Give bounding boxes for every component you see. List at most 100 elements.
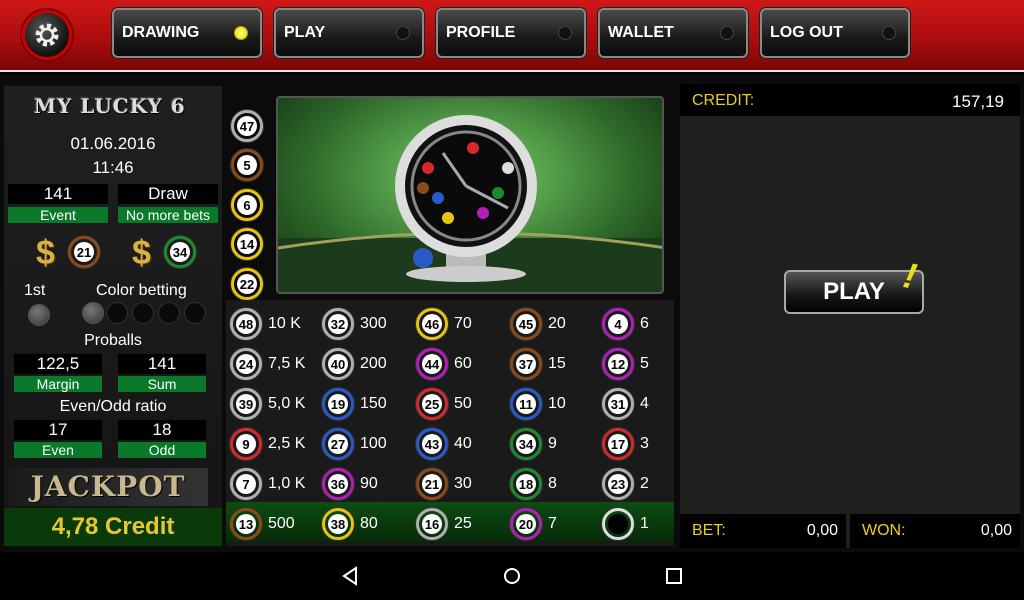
odds-multiplier: 50 — [454, 395, 472, 412]
sum-value: 141 — [118, 354, 206, 374]
odds-ball: 48 — [230, 308, 262, 340]
ball-number: 20 — [516, 514, 536, 534]
nav-play-label: PLAY — [284, 24, 326, 41]
odds-ball: 32 — [322, 308, 354, 340]
ball-number: 13 — [236, 514, 256, 534]
ball-number — [608, 514, 628, 534]
odds-multiplier: 3 — [640, 435, 649, 452]
bet-label: BET: — [692, 522, 726, 539]
ball-number: 27 — [328, 434, 348, 454]
ball-number: 5 — [237, 155, 257, 175]
color-betting-dot — [132, 302, 154, 324]
first-ball-indicator — [28, 304, 50, 326]
odds-multiplier: 15 — [548, 355, 566, 372]
odds-multiplier: 500 — [268, 515, 295, 532]
ball-number: 21 — [422, 474, 442, 494]
drawn-ball: 14 — [231, 228, 263, 260]
draw-status-label: No more bets — [118, 207, 218, 223]
odds-multiplier: 1 — [640, 515, 649, 532]
odds-multiplier: 7 — [548, 515, 557, 532]
ball-number: 37 — [516, 354, 536, 374]
next-ball-slot — [602, 508, 634, 540]
odds-table — [226, 300, 674, 546]
odds-ball: 34 — [510, 428, 542, 460]
drawn-ball: 5 — [231, 149, 263, 181]
odds-multiplier: 20 — [548, 315, 566, 332]
indicator-icon — [558, 26, 572, 40]
android-nav-bar — [0, 552, 1024, 600]
nav-logout-button[interactable]: LOG OUT — [760, 8, 910, 58]
ball-number: 45 — [516, 314, 536, 334]
won-value: 0,00 — [980, 522, 1012, 539]
odds-multiplier: 10 — [548, 395, 566, 412]
odds-multiplier: 2,5 K — [268, 435, 306, 452]
nav-drawing-button[interactable]: DRAWING — [112, 8, 262, 58]
color-betting-dot — [158, 302, 180, 324]
odds-ball: 17 — [602, 428, 634, 460]
drawn-ball: 47 — [231, 110, 263, 142]
odds-multiplier: 25 — [454, 515, 472, 532]
ball-number: 34 — [516, 434, 536, 454]
draw-status-value: Draw — [118, 184, 218, 204]
bonus-ball: 34 — [164, 236, 196, 268]
nav-wallet-button[interactable]: WALLET — [598, 8, 748, 58]
nav-play-button[interactable]: PLAY — [274, 8, 424, 58]
odds-multiplier: 5,0 K — [268, 395, 306, 412]
odds-ball: 37 — [510, 348, 542, 380]
nav-profile-button[interactable]: PROFILE — [436, 8, 586, 58]
ball-number: 47 — [237, 116, 257, 136]
credit-value: 157,19 — [952, 92, 1004, 111]
odds-multiplier: 80 — [360, 515, 378, 532]
indicator-icon — [396, 26, 410, 40]
odds-ball: 20 — [510, 508, 542, 540]
event-value: 141 — [8, 184, 108, 204]
ball-number: 44 — [422, 354, 442, 374]
odds-multiplier: 300 — [360, 315, 387, 332]
right-panel: CREDIT: 157,19 PLAY ! BET: 0,00 WON: 0,0… — [680, 84, 1020, 548]
odds-multiplier: 8 — [548, 475, 557, 492]
home-icon[interactable] — [502, 566, 522, 586]
exclamation-icon: ! — [899, 254, 921, 297]
ball-number: 46 — [422, 314, 442, 334]
draw-date: 01.06.2016 — [70, 134, 156, 153]
first-ball-label: 1st — [24, 282, 46, 299]
play-button[interactable]: PLAY ! — [784, 254, 924, 314]
odds-ball: 19 — [322, 388, 354, 420]
odds-multiplier: 10 K — [268, 315, 301, 332]
bet-bar: BET: 0,00 — [680, 514, 846, 548]
jackpot-value: 4,78 Credit — [4, 508, 222, 546]
back-icon[interactable] — [340, 566, 360, 586]
credit-bar: CREDIT: 157,19 — [680, 84, 1020, 116]
ball-number: 39 — [236, 394, 256, 414]
ball-number: 23 — [608, 474, 628, 494]
odds-multiplier: 90 — [360, 475, 378, 492]
odds-ball: 39 — [230, 388, 262, 420]
odds-ball: 21 — [416, 468, 448, 500]
odds-multiplier: 5 — [640, 355, 649, 372]
indicator-icon — [882, 26, 896, 40]
ball-number: 38 — [328, 514, 348, 534]
ball-number: 40 — [328, 354, 348, 374]
even-label: Even — [14, 442, 102, 458]
settings-button[interactable] — [22, 10, 72, 60]
jackpot-box: JACKPOT 4,78 Credit — [4, 468, 222, 546]
event-label: Event — [8, 207, 108, 223]
odds-ball: 12 — [602, 348, 634, 380]
nav-wallet-label: WALLET — [608, 24, 674, 41]
odds-multiplier: 150 — [360, 395, 387, 412]
odds-ball: 43 — [416, 428, 448, 460]
ball-number: 25 — [422, 394, 442, 414]
ball-number: 6 — [237, 195, 257, 215]
game-logo: MY LUCKY 6 — [34, 94, 186, 118]
odds-ball: 40 — [322, 348, 354, 380]
active-indicator-icon — [234, 26, 248, 40]
odds-ball: 16 — [416, 508, 448, 540]
ball-number: 18 — [516, 474, 536, 494]
recents-icon[interactable] — [664, 566, 684, 586]
ball-number: 14 — [237, 234, 257, 254]
ball-number: 19 — [328, 394, 348, 414]
ball-number: 9 — [236, 434, 256, 454]
won-bar: WON: 0,00 — [850, 514, 1020, 548]
sum-label: Sum — [118, 376, 206, 392]
ball-number: 34 — [170, 242, 190, 262]
